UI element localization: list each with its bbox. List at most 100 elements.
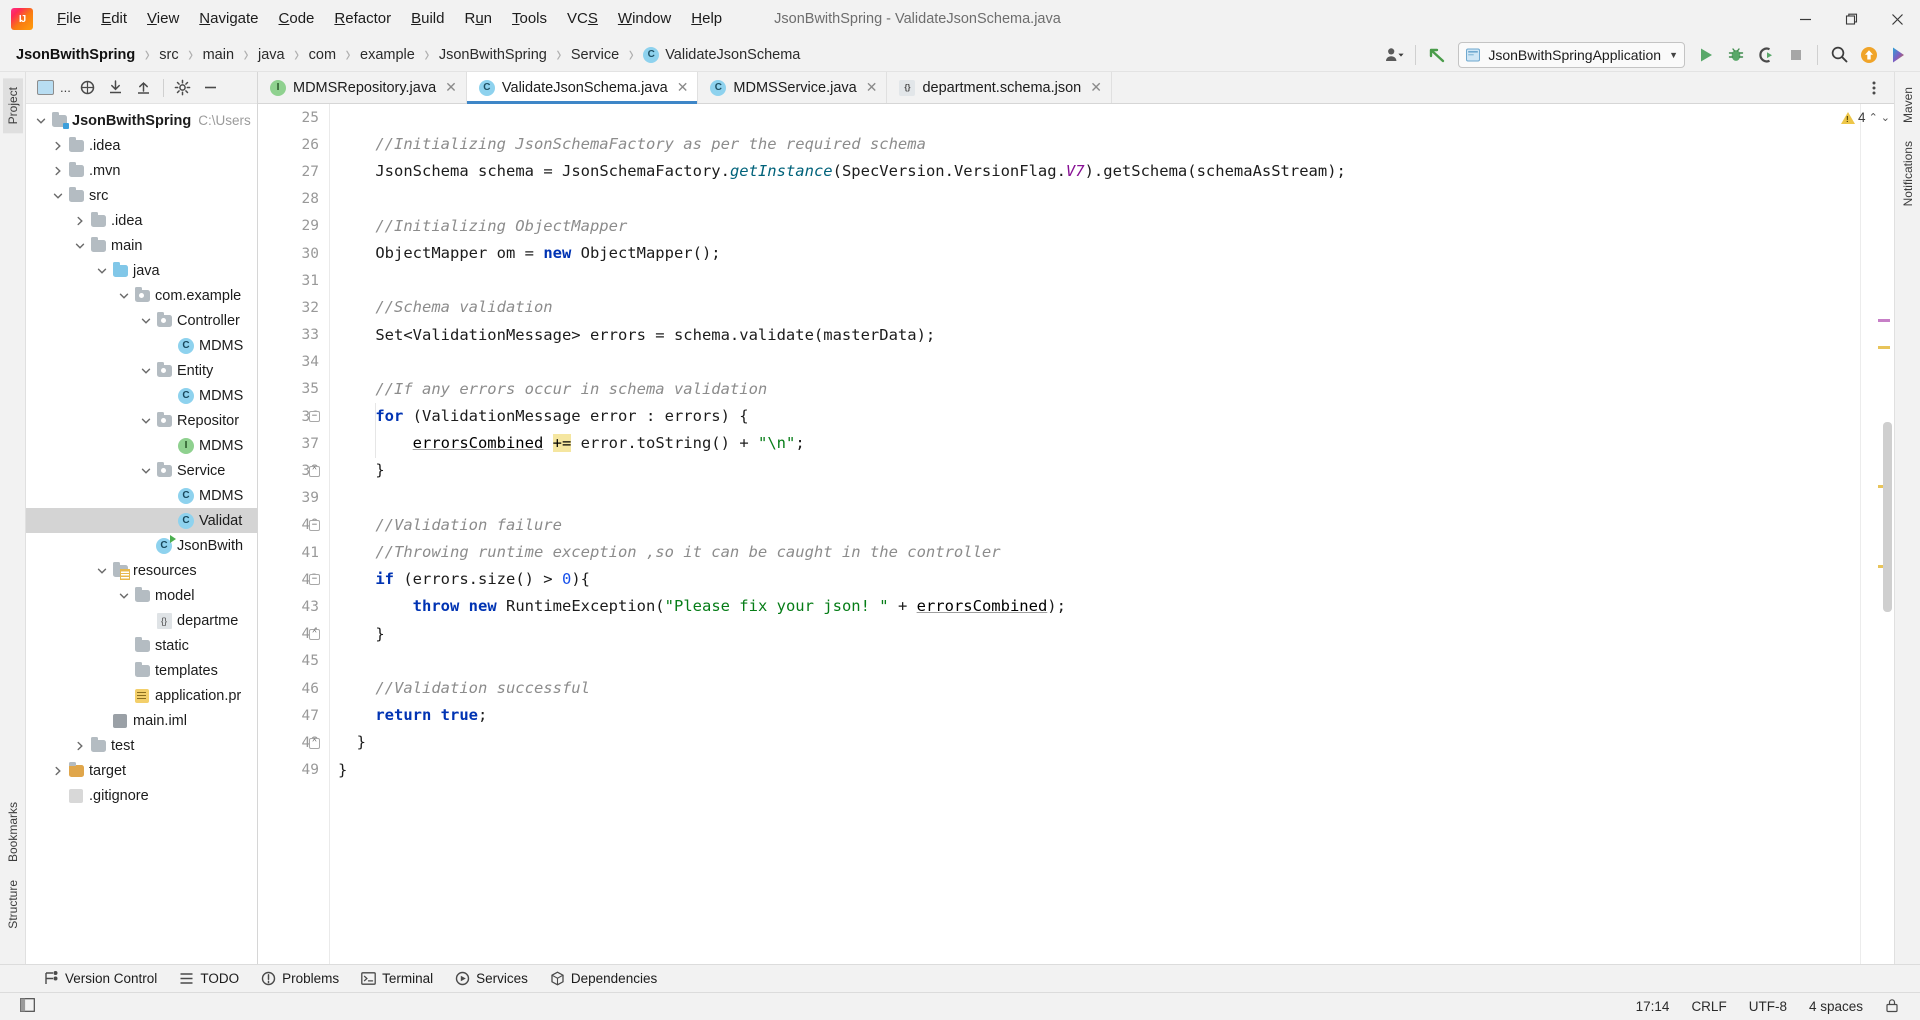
code-line[interactable]	[330, 648, 1860, 675]
breadcrumb-item-com[interactable]: com	[307, 46, 338, 64]
tree-node-resources[interactable]: resources	[26, 558, 257, 583]
tree-node-jsonbwith[interactable]: CJsonBwith	[26, 533, 257, 558]
tree-node-jsonbwithspring[interactable]: JsonBwithSpringC:\Users	[26, 108, 257, 133]
close-tab-icon[interactable]: ✕	[1090, 79, 1102, 96]
code-line[interactable]	[330, 267, 1860, 294]
menu-vcs[interactable]: VCS	[557, 5, 608, 33]
tree-node-application-pr[interactable]: application.pr	[26, 683, 257, 708]
status-line-separator[interactable]: CRLF	[1680, 995, 1737, 1018]
chevron-right-icon[interactable]	[71, 741, 88, 751]
tree-node-java[interactable]: java	[26, 258, 257, 283]
code-line[interactable]: //Validation failure	[330, 512, 1860, 539]
editor-tab-mdmsrepository-java[interactable]: IMDMSRepository.java✕	[258, 72, 467, 103]
code-line[interactable]: //Schema validation	[330, 294, 1860, 321]
breadcrumb-item-validatejsonschema[interactable]: CValidateJsonSchema	[641, 46, 802, 64]
bottom-tab-dependencies[interactable]: Dependencies	[540, 968, 667, 989]
chevron-down-icon[interactable]	[137, 416, 154, 426]
tree-node-target[interactable]: target	[26, 758, 257, 783]
menu-edit[interactable]: Edit	[91, 5, 137, 33]
code-line[interactable]	[330, 104, 1860, 131]
tree-node-departme[interactable]: {}departme	[26, 608, 257, 633]
tree-node-entity[interactable]: Entity	[26, 358, 257, 383]
editor-tab-mdmsservice-java[interactable]: CMDMSService.java✕	[698, 72, 887, 103]
ide-assistant-icon[interactable]	[1884, 40, 1914, 70]
code-line[interactable]: return true;	[330, 702, 1860, 729]
maximize-button[interactable]	[1828, 0, 1874, 38]
minimize-button[interactable]	[1782, 0, 1828, 38]
chevron-down-icon[interactable]	[93, 566, 110, 576]
code-fold-toggle[interactable]: ⌃	[309, 738, 320, 749]
bottom-tab-version-control[interactable]: Version Control	[34, 968, 167, 989]
chevron-right-icon[interactable]	[71, 216, 88, 226]
chevron-down-icon[interactable]	[93, 266, 110, 276]
breadcrumb-item-jsonbwithspring[interactable]: JsonBwithSpring	[437, 46, 549, 64]
inspection-header[interactable]: 4 ⌃ ⌄	[1861, 104, 1894, 125]
tool-window-bookmarks[interactable]: Bookmarks	[3, 793, 23, 871]
tool-window-maven[interactable]: Maven	[1898, 78, 1918, 132]
run-with-coverage-icon[interactable]	[1751, 40, 1781, 70]
code-line[interactable]	[330, 186, 1860, 213]
breadcrumb-item-java[interactable]: java	[256, 46, 287, 64]
chevron-down-icon[interactable]	[137, 316, 154, 326]
editor-tab-validatejsonschema-java[interactable]: CValidateJsonSchema.java✕	[467, 72, 699, 103]
run-configuration-selector[interactable]: JsonBwithSpringApplication ▼	[1458, 42, 1685, 68]
code-line[interactable]: errorsCombined += error.toString() + "\n…	[330, 430, 1860, 457]
editor-gutter[interactable]: 2526272829303132333435363738394041424344…	[258, 104, 330, 964]
tree-node-main-iml[interactable]: main.iml	[26, 708, 257, 733]
code-line[interactable]: Set<ValidationMessage> errors = schema.v…	[330, 322, 1860, 349]
run-icon[interactable]	[1691, 40, 1721, 70]
code-line[interactable]: }	[330, 457, 1860, 484]
code-line[interactable]: ObjectMapper om = new ObjectMapper();	[330, 240, 1860, 267]
tree-node-validat[interactable]: CValidat	[26, 508, 257, 533]
tree-node-mdms[interactable]: CMDMS	[26, 483, 257, 508]
code-fold-toggle[interactable]: −	[309, 574, 320, 585]
tree-node-static[interactable]: static	[26, 633, 257, 658]
close-tab-icon[interactable]: ✕	[445, 79, 457, 96]
tree-node-templates[interactable]: templates	[26, 658, 257, 683]
collapse-all-icon[interactable]	[131, 75, 157, 101]
code-line[interactable]	[330, 485, 1860, 512]
code-line[interactable]: }	[330, 621, 1860, 648]
code-line[interactable]: //Initializing ObjectMapper	[330, 213, 1860, 240]
update-available-icon[interactable]	[1854, 40, 1884, 70]
breadcrumb-item-jsonbwithspring[interactable]: JsonBwithSpring	[14, 46, 137, 64]
project-tree[interactable]: JsonBwithSpringC:\Users.idea.mvnsrc.idea…	[26, 104, 257, 964]
code-line[interactable]: JsonSchema schema = JsonSchemaFactory.ge…	[330, 158, 1860, 185]
tool-window-structure[interactable]: Structure	[3, 871, 23, 938]
settings-gear-icon[interactable]	[170, 75, 196, 101]
tree-node-main[interactable]: main	[26, 233, 257, 258]
chevron-down-icon[interactable]	[32, 116, 49, 126]
breadcrumb-item-service[interactable]: Service	[569, 46, 621, 64]
menu-window[interactable]: Window	[608, 5, 681, 33]
code-line[interactable]: throw new RuntimeException("Please fix y…	[330, 593, 1860, 620]
status-encoding[interactable]: UTF-8	[1738, 995, 1798, 1018]
code-line[interactable]: //If any errors occur in schema validati…	[330, 376, 1860, 403]
hide-panel-icon[interactable]	[198, 75, 224, 101]
code-fold-toggle[interactable]: ⌃	[309, 629, 320, 640]
editor-tab-department-schema-json[interactable]: {}department.schema.json✕	[887, 72, 1112, 103]
tree-node--gitignore[interactable]: .gitignore	[26, 783, 257, 808]
chevron-down-icon[interactable]: ⌄	[1881, 111, 1890, 124]
breadcrumb-item-src[interactable]: src	[157, 46, 180, 64]
chevron-down-icon[interactable]	[115, 591, 132, 601]
bottom-tab-services[interactable]: Services	[445, 968, 538, 989]
code-line[interactable]: //Validation successful	[330, 675, 1860, 702]
update-project-icon[interactable]	[1422, 40, 1452, 70]
user-account-icon[interactable]	[1379, 40, 1409, 70]
tree-node--idea[interactable]: .idea	[26, 208, 257, 233]
layout-icon[interactable]	[9, 994, 46, 1019]
locate-file-icon[interactable]	[75, 75, 101, 101]
chevron-right-icon[interactable]	[49, 166, 66, 176]
code-fold-toggle[interactable]: ⌃	[309, 466, 320, 477]
expand-all-icon[interactable]	[103, 75, 129, 101]
code-fold-toggle[interactable]: −	[309, 520, 320, 531]
breadcrumb-item-example[interactable]: example	[358, 46, 417, 64]
bottom-tab-terminal[interactable]: Terminal	[351, 968, 443, 989]
code-line[interactable]: if (errors.size() > 0){	[330, 566, 1860, 593]
tree-node--idea[interactable]: .idea	[26, 133, 257, 158]
chevron-down-icon[interactable]	[49, 191, 66, 201]
bottom-tab-problems[interactable]: Problems	[251, 968, 349, 989]
tool-window-notifications[interactable]: Notifications	[1898, 132, 1918, 215]
menu-navigate[interactable]: Navigate	[189, 5, 268, 33]
menu-run[interactable]: Run	[454, 5, 502, 33]
